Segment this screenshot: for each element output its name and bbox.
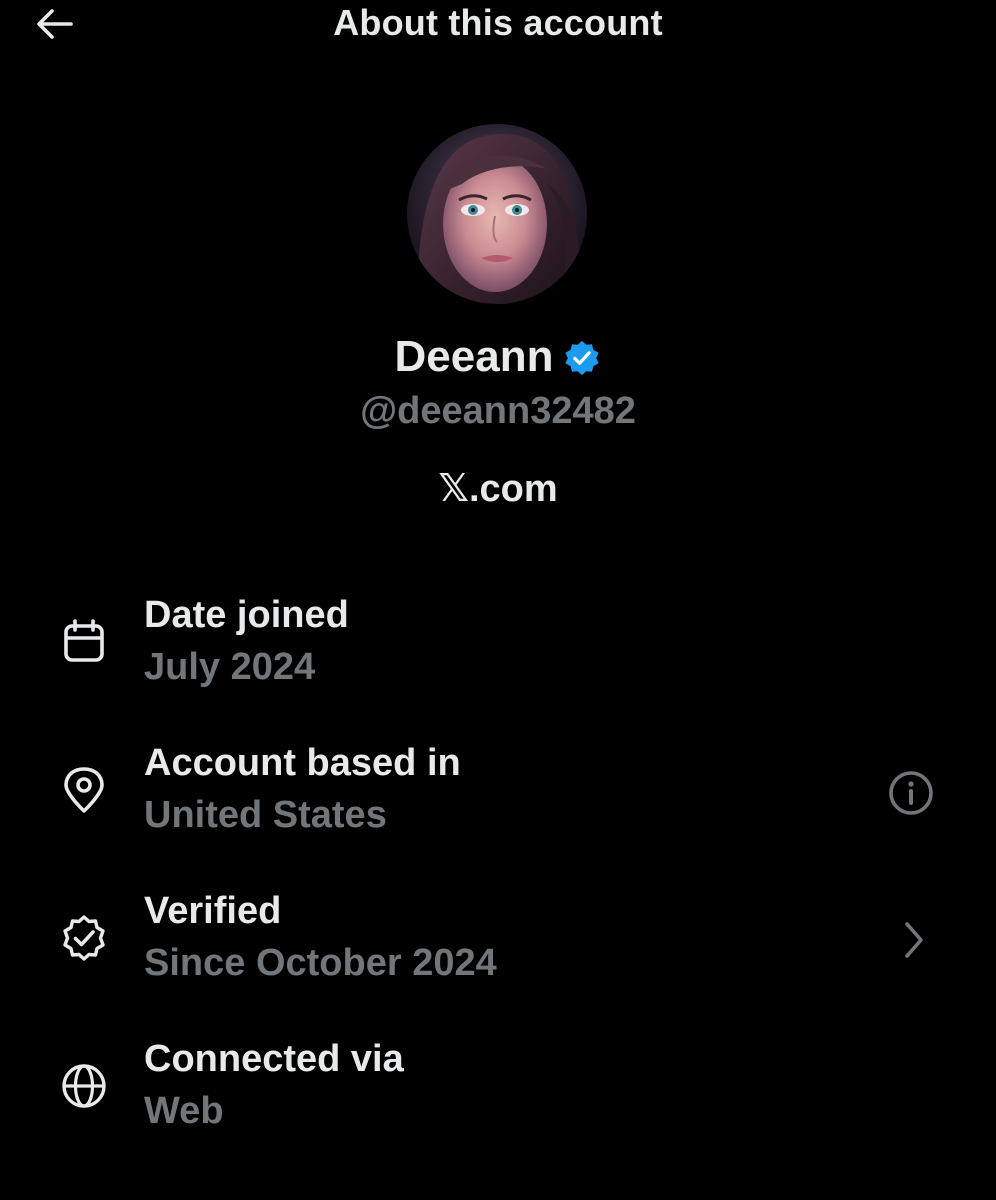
row-date-joined: Date joined July 2024 [0,594,996,714]
handle: @deeann32482 [360,390,636,432]
row-label: Verified [144,890,282,932]
calendar-icon [58,616,110,668]
verified-badge-icon [565,340,600,376]
row-value: United States [144,794,387,836]
location-pin-icon [58,764,110,816]
row-label: Date joined [144,594,349,636]
row-label: Connected via [144,1038,404,1080]
row-value: Web [144,1090,224,1132]
verified-check-icon [58,912,110,964]
profile-name-row: Deeann [0,332,996,382]
display-name: Deeann [394,332,554,381]
top-bar: About this account [0,0,996,50]
avatar-photo [407,124,587,304]
row-value: Since October 2024 [144,942,497,984]
row-value: July 2024 [144,646,316,688]
row-verified[interactable]: Verified Since October 2024 [0,890,996,1010]
row-connected-via: Connected via Web [0,1038,996,1158]
info-icon [889,771,933,815]
row-account-based-in: Account based in United States [0,742,996,862]
info-button[interactable] [884,766,938,820]
site-link[interactable]: 𝕏.com [0,466,996,511]
globe-icon [58,1060,110,1112]
avatar [407,124,587,304]
page-title: About this account [333,2,663,43]
chevron-right-icon [894,918,934,962]
row-label: Account based in [144,742,461,784]
